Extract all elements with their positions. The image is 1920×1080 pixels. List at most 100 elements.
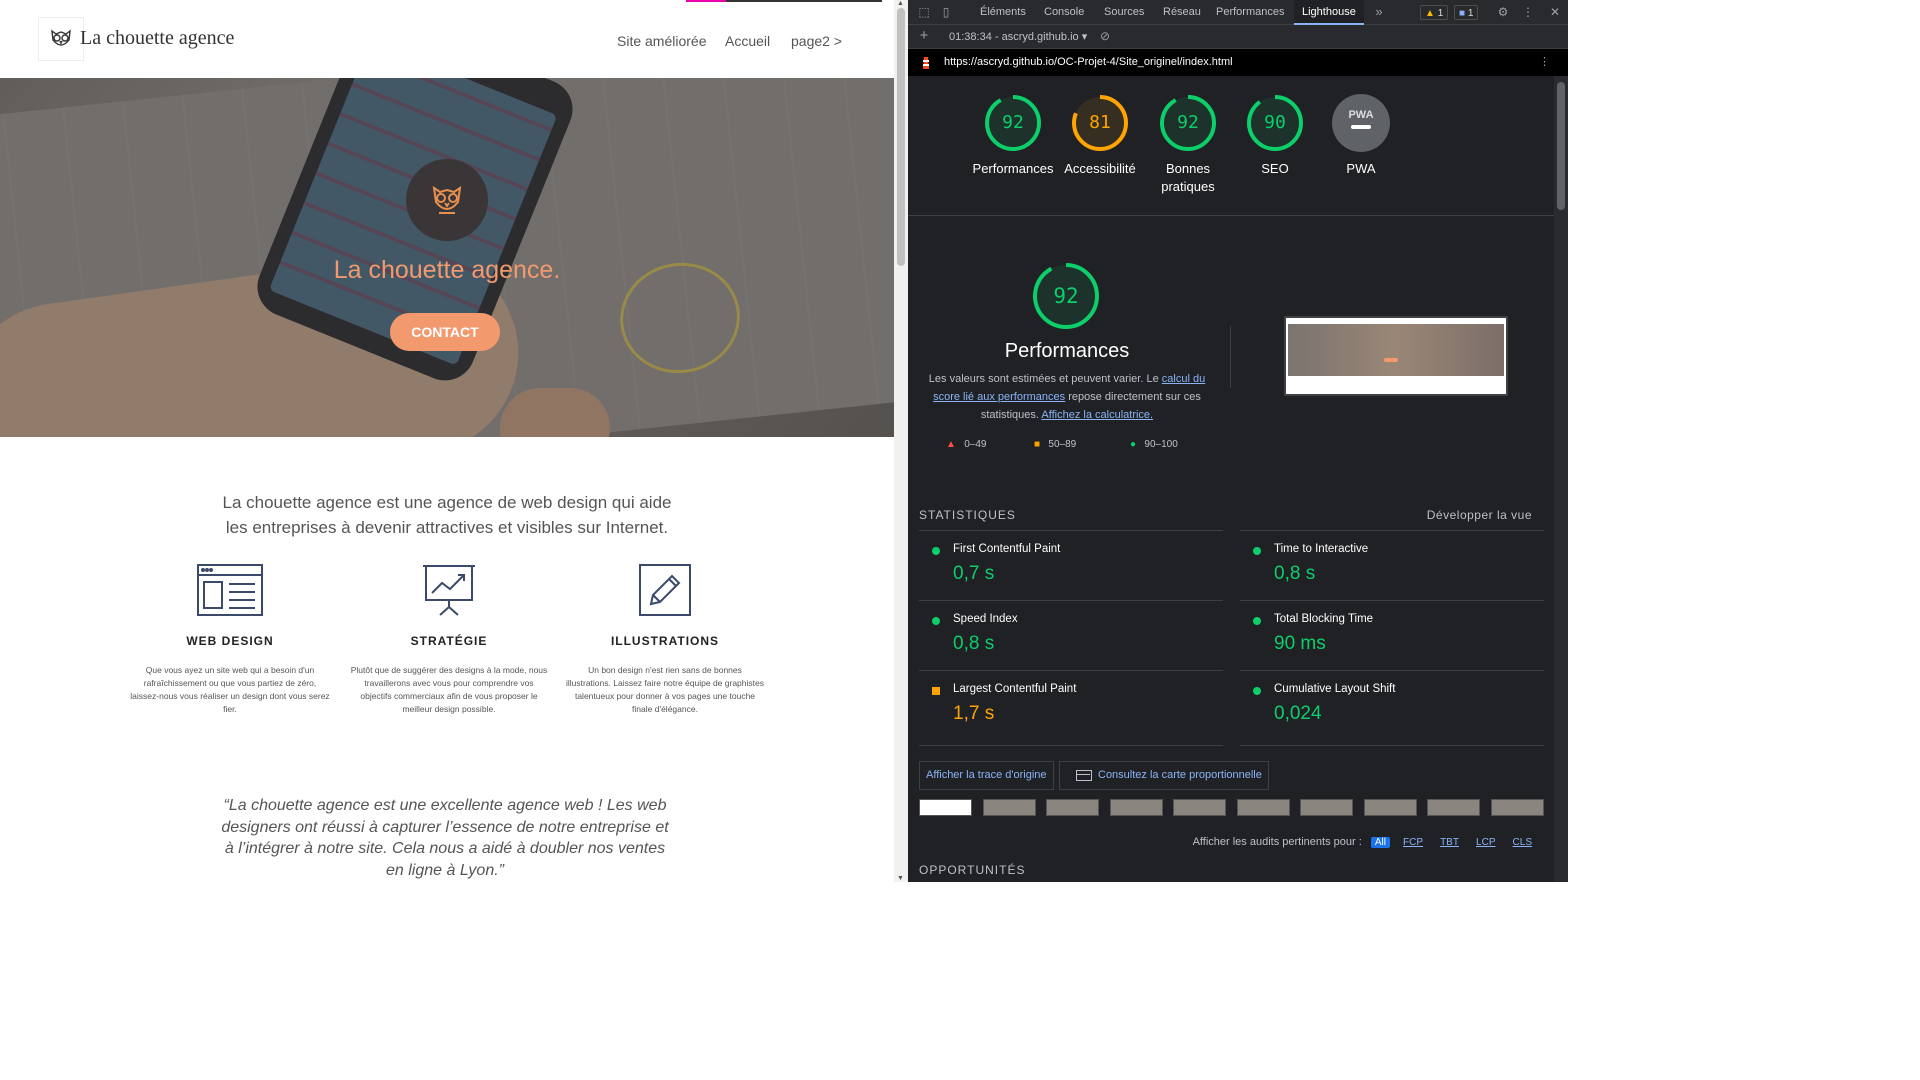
pass-circle-icon <box>1253 547 1261 555</box>
tab-elements[interactable]: Éléments <box>972 0 1034 25</box>
filter-chip-all[interactable]: All <box>1370 837 1390 848</box>
legend-poor: ▲ 0–49 <box>946 439 987 450</box>
filmstrip-frame <box>919 799 972 816</box>
nav-link-site-amelioree[interactable]: Site améliorée <box>617 33 707 49</box>
score-label: Performances <box>972 161 1054 176</box>
tagline: La chouette agence est une agence de web… <box>222 493 672 537</box>
metric-name: Time to Interactive <box>1274 543 1369 555</box>
testimonial-quote: “La chouette agence est une excellente a… <box>221 797 669 879</box>
report-scrollbar[interactable] <box>1554 76 1568 882</box>
settings-gear-icon[interactable]: ⚙ <box>1496 5 1510 19</box>
tab-sources[interactable]: Sources <box>1096 0 1152 25</box>
lighthouse-toolbar: + 01:38:34 - ascryd.github.io ▾ ⊘ <box>908 25 1568 49</box>
score-gauge-3[interactable]: 92 Bonnes pratiques <box>1143 94 1233 196</box>
more-tabs-icon[interactable]: » <box>1372 5 1386 19</box>
nav-link-accueil[interactable]: Accueil <box>725 33 770 49</box>
score-gauge-1[interactable]: 92 Performances <box>968 94 1058 178</box>
tab-network[interactable]: Réseau <box>1155 0 1209 25</box>
expand-view-toggle[interactable]: Développer la vue <box>1427 508 1532 522</box>
metric-value: 0,024 <box>1274 703 1322 724</box>
metric-total-blocking-time: Total Blocking Time 90 ms <box>1240 600 1544 670</box>
score-gauge-5[interactable]: PWA PWA <box>1316 94 1406 178</box>
performance-gauge-large: 92 <box>1032 262 1100 330</box>
report-url[interactable]: https://ascryd.github.io/OC-Projet-4/Sit… <box>944 56 1233 68</box>
metric-name: Largest Contentful Paint <box>953 683 1077 695</box>
pass-circle-icon <box>1253 687 1261 695</box>
scroll-down-arrow-icon[interactable]: ▼ <box>897 875 904 882</box>
performance-description: Les valeurs sont estimées et peuvent var… <box>928 373 1206 421</box>
score-value: 81 <box>1089 112 1111 133</box>
report-url-bar: https://ascryd.github.io/OC-Projet-4/Sit… <box>908 49 1568 76</box>
report-menu-icon[interactable]: ⋮ <box>1539 55 1550 68</box>
score-label: Accessibilité <box>1064 161 1136 176</box>
svg-text:PWA: PWA <box>1348 109 1373 121</box>
metric-first-contentful-paint: First Contentful Paint 0,7 s <box>919 530 1223 600</box>
filmstrip-frame <box>1236 799 1290 816</box>
service-text: Plutôt que de suggérer des designs à la … <box>350 665 548 714</box>
calculator-link[interactable]: Affichez la calculatrice. <box>1041 409 1153 421</box>
filmstrip-frame <box>1490 799 1544 816</box>
circle-icon: ● <box>1130 439 1137 450</box>
tab-lighthouse[interactable]: Lighthouse <box>1294 0 1364 25</box>
contact-button[interactable]: CONTACT <box>390 313 500 351</box>
metric-value: 0,8 s <box>953 633 995 654</box>
tab-performance[interactable]: Performances <box>1208 0 1292 25</box>
final-screenshot-thumbnail[interactable] <box>1284 316 1508 396</box>
service-title: ILLUSTRATIONS <box>610 634 720 648</box>
service-text: Que vous ayez un site web qui a besoin d… <box>130 665 330 714</box>
legend-good: ● 90–100 <box>1130 439 1178 450</box>
filter-chip-lcp[interactable]: LCP <box>1472 837 1499 848</box>
filmstrip-frame <box>1363 799 1417 816</box>
loading-bar <box>686 0 882 2</box>
tab-console[interactable]: Console <box>1036 0 1092 25</box>
view-original-trace-button[interactable]: Afficher la trace d'origine <box>919 761 1054 790</box>
metric-speed-index: Speed Index 0,8 s <box>919 600 1223 670</box>
metric-value: 0,8 s <box>1274 563 1316 584</box>
service-illustrations: ILLUSTRATIONS Un bon design n'est rien s… <box>565 560 765 716</box>
clear-reports-icon[interactable]: ⊘ <box>1098 29 1112 43</box>
view-treemap-button[interactable]: Consultez la carte proportionnelle <box>1059 761 1269 790</box>
scroll-up-arrow-icon[interactable]: ▲ <box>897 0 904 7</box>
filmstrip-frame <box>1046 799 1099 816</box>
treemap-icon <box>1076 769 1092 781</box>
filmstrip-frame <box>982 799 1036 816</box>
hero-title: La chouette agence. <box>333 256 561 284</box>
score-value: 92 <box>1002 112 1024 133</box>
service-text: Un bon design n'est rien sans de bonnes … <box>566 665 764 714</box>
presentation-chart-icon <box>349 560 549 620</box>
screen: La chouette agence Site améliorée Accuei… <box>0 0 1568 882</box>
page-scrollbar-thumb[interactable] <box>897 8 905 266</box>
page-scrollbar[interactable]: ▲ ▼ <box>894 0 908 882</box>
owl-logo-icon[interactable] <box>38 17 84 61</box>
inspect-element-icon[interactable]: ⬚ <box>917 5 931 19</box>
square-icon: ■ <box>1034 439 1041 450</box>
legend-average: ■ 50–89 <box>1034 439 1077 450</box>
messages-badge[interactable]: ■ 1 <box>1454 5 1479 20</box>
metric-value: 1,7 s <box>953 703 995 724</box>
report-scrollbar-thumb[interactable] <box>1557 82 1565 210</box>
score-value: 90 <box>1264 112 1286 133</box>
metric-time-to-interactive: Time to Interactive 0,8 s <box>1240 530 1544 600</box>
service-web-design: WEB DESIGN Que vous ayez un site web qui… <box>130 560 330 716</box>
report-selector[interactable]: 01:38:34 - ascryd.github.io ▾ <box>949 30 1087 43</box>
score-gauge-2[interactable]: 81 Accessibilité <box>1055 94 1145 178</box>
web-design-icon <box>130 560 330 620</box>
owl-badge-icon <box>406 159 488 241</box>
filter-chip-tbt[interactable]: TBT <box>1436 837 1463 848</box>
filter-chip-cls[interactable]: CLS <box>1509 837 1536 848</box>
new-report-plus-icon[interactable]: + <box>917 28 931 43</box>
score-label: Bonnes pratiques <box>1161 161 1215 194</box>
nav-link-page2[interactable]: page2 > <box>791 33 842 49</box>
score-gauge-4[interactable]: 90 SEO <box>1230 94 1320 178</box>
score-label: PWA <box>1346 161 1376 176</box>
device-toolbar-icon[interactable]: ▯ <box>939 5 953 19</box>
filmstrip-frame <box>1173 799 1226 816</box>
filter-chip-fcp[interactable]: FCP <box>1399 837 1427 848</box>
more-options-icon[interactable]: ⋮ <box>1521 5 1535 19</box>
opportunities-heading: OPPORTUNITÉS <box>919 863 1026 877</box>
close-icon[interactable]: ✕ <box>1548 5 1562 19</box>
warnings-badge[interactable]: ▲ 1 <box>1420 5 1449 20</box>
score-value: 92 <box>1177 112 1199 133</box>
pass-circle-icon <box>932 547 940 555</box>
logo-text[interactable]: La chouette agence <box>80 27 234 50</box>
